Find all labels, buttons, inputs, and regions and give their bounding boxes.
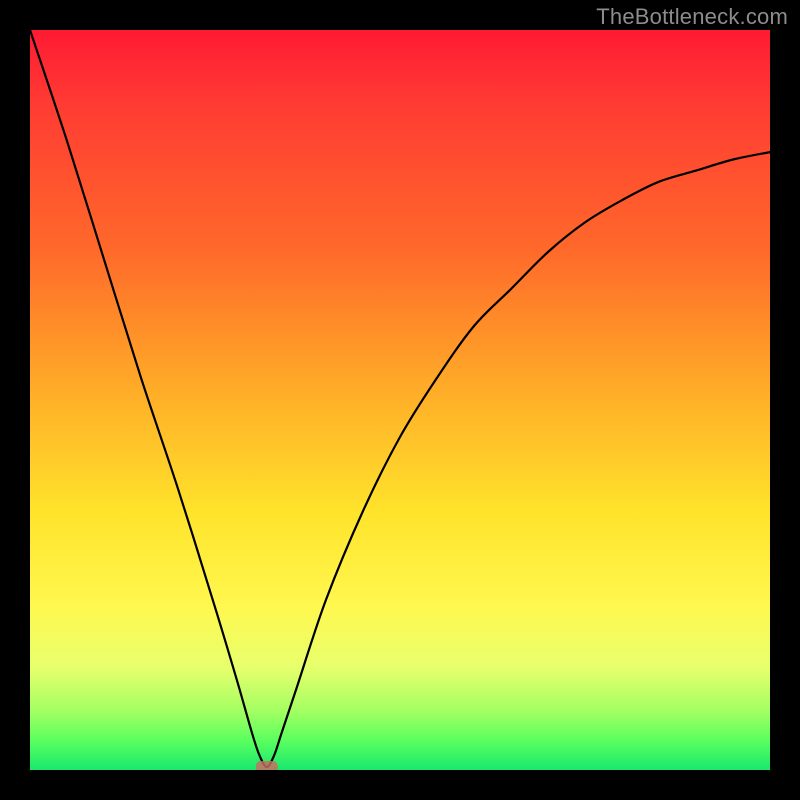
chart-frame: TheBottleneck.com bbox=[0, 0, 800, 800]
plot-area bbox=[30, 30, 770, 770]
bottleneck-curve bbox=[30, 30, 770, 767]
minimum-marker bbox=[256, 761, 278, 770]
curve-layer bbox=[30, 30, 770, 770]
watermark-text: TheBottleneck.com bbox=[596, 4, 788, 30]
